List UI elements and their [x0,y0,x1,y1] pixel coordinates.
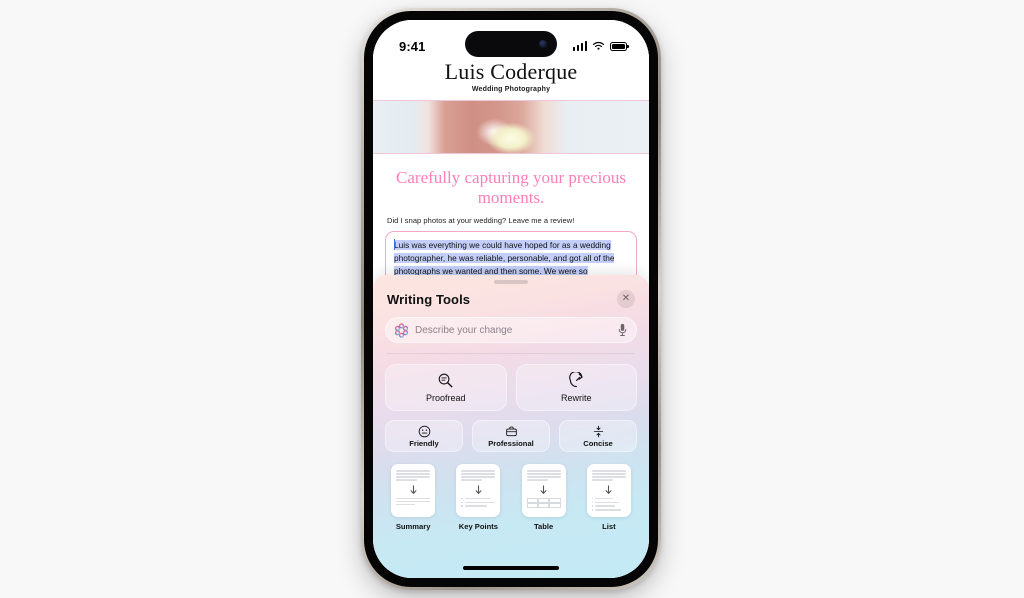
key-points-button[interactable]: Key Points [450,464,506,531]
doc-top-lines [461,470,496,481]
compress-arrows-icon [593,425,603,437]
document-summary-icon [391,464,436,517]
proofread-label: Proofread [425,393,466,403]
document-table-icon [521,464,566,517]
device-screen: Luis Coderque Wedding Photography Carefu… [373,20,649,578]
hero-photo [373,101,649,154]
document-key-points-icon [456,464,501,517]
doc-top-lines [396,470,431,481]
friendly-button[interactable]: Friendly [385,420,463,452]
tone-tools-row: Friendly Professional Concise [385,420,637,452]
summary-label: Summary [395,522,431,531]
sheet-divider [387,353,635,354]
doc-top-lines [526,470,561,481]
concise-button[interactable]: Concise [559,420,637,452]
concise-label: Concise [583,438,613,448]
magnifier-lines-icon [438,373,453,388]
apple-intelligence-icon [394,322,409,338]
microphone-icon[interactable] [617,323,628,337]
down-arrow-icon [605,485,612,494]
down-arrow-icon [475,485,482,494]
main-tools-row: Proofread Rewrite [385,364,637,411]
document-list-icon [586,464,631,517]
rewrite-label: Rewrite [560,393,592,403]
doc-result-table [526,497,561,508]
brand-name: Luis Coderque [444,59,578,84]
iphone-device: Luis Coderque Wedding Photography Carefu… [361,8,661,590]
doc-top-lines [591,470,626,481]
down-arrow-icon [540,485,547,494]
writing-tools-sheet: Writing Tools ✕ Describe your change Pro… [373,275,649,578]
briefcase-icon [505,426,517,436]
describe-change-input[interactable]: Describe your change [385,317,637,343]
professional-label: Professional [488,438,534,448]
doc-result-bullets [591,497,626,511]
sheet-header: Writing Tools ✕ [385,284,637,308]
device-bezel: Luis Coderque Wedding Photography Carefu… [364,11,658,587]
list-button[interactable]: List [581,464,637,531]
prompt-placeholder-text: Describe your change [415,324,513,336]
front-camera-icon [539,40,547,48]
professional-button[interactable]: Professional [472,420,550,452]
smiley-face-icon [418,425,430,437]
rewrite-button[interactable]: Rewrite [515,364,637,411]
review-prompt-text: Did I snap photos at your wedding? Leave… [387,216,575,226]
down-arrow-icon [410,485,417,494]
screenshot-stage: Luis Coderque Wedding Photography Carefu… [0,0,1024,598]
friendly-label: Friendly [409,438,439,448]
dynamic-island [465,31,557,57]
brand-tagline: Wedding Photography [471,86,551,94]
doc-result-bullets [461,497,495,507]
panel-title: Writing Tools [387,291,471,307]
doc-tools-row: Summary Key Points Table List [385,464,637,531]
page-headline: Carefully capturing your precious moment… [396,168,626,208]
home-indicator[interactable] [463,566,559,570]
key-points-label: Key Points [458,522,498,531]
close-icon[interactable]: ✕ [617,290,635,308]
table-button[interactable]: Table [516,464,572,531]
table-label: Table [533,522,554,531]
circular-arrow-icon [568,372,583,388]
proofread-button[interactable]: Proofread [385,364,507,411]
doc-result-lines [396,497,431,506]
summary-button[interactable]: Summary [385,464,441,531]
text-caret [394,239,396,251]
list-label: List [602,522,616,531]
